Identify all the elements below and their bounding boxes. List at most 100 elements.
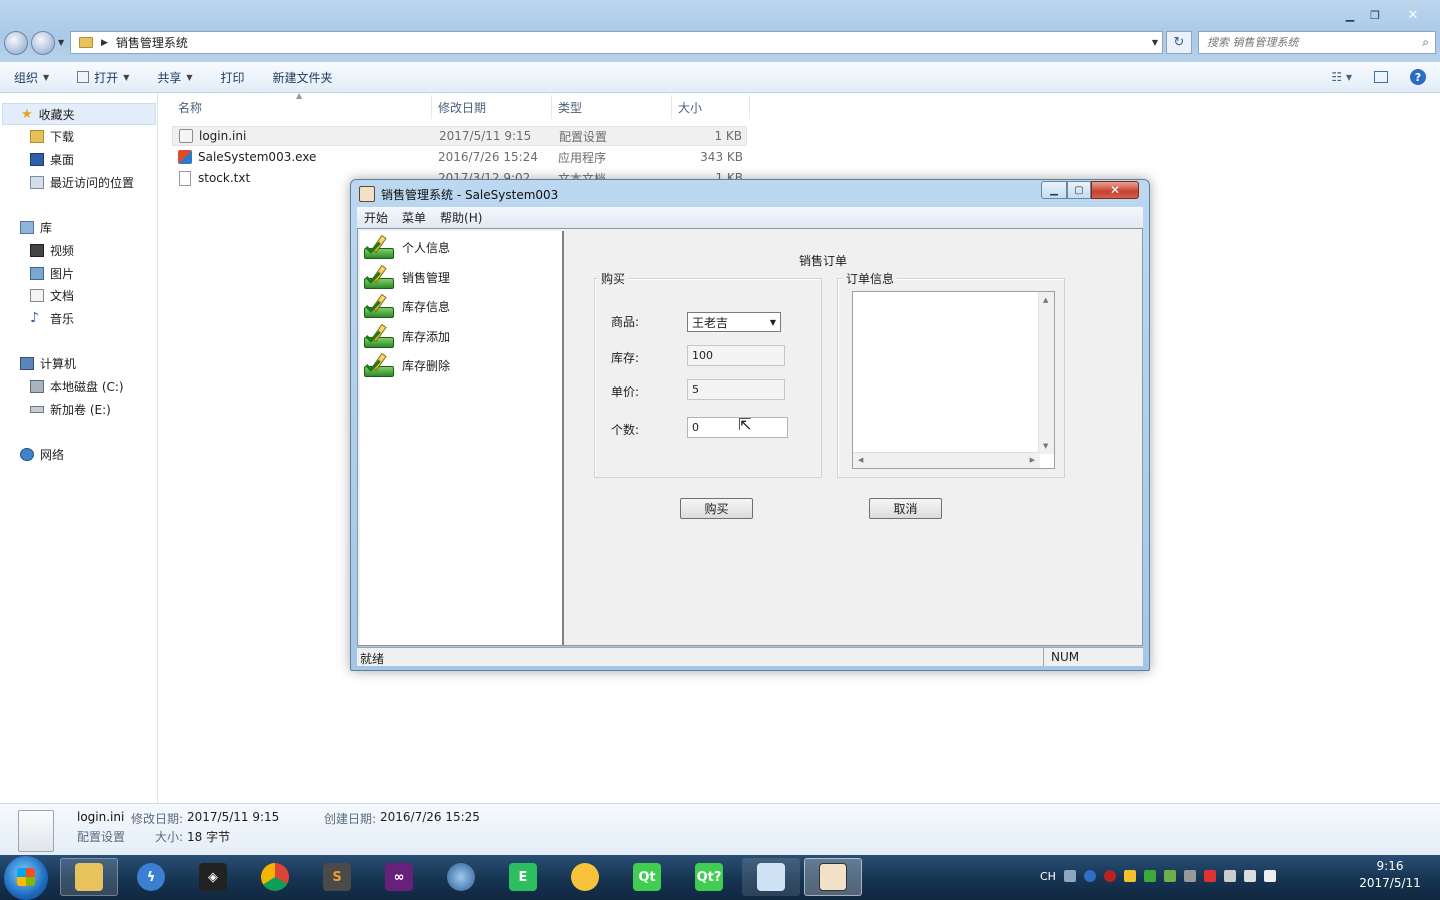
volume-icon[interactable] bbox=[1263, 870, 1276, 882]
open-button[interactable]: 打开 ▼ bbox=[63, 62, 143, 92]
tree-item-stock-delete[interactable]: 库存删除 bbox=[364, 351, 450, 379]
back-button[interactable] bbox=[4, 31, 28, 55]
nav-disk-e[interactable]: 新加卷 (E:) bbox=[30, 398, 111, 420]
config-file-large-icon bbox=[18, 810, 54, 852]
scroll-up-icon[interactable]: ▲ bbox=[1043, 296, 1048, 304]
history-chevron-icon[interactable]: ▼ bbox=[58, 38, 64, 47]
menu-start[interactable]: 开始 bbox=[357, 209, 395, 226]
video-icon bbox=[30, 243, 44, 257]
start-button[interactable] bbox=[4, 856, 48, 900]
nav-videos[interactable]: 视频 bbox=[30, 239, 74, 261]
nav-downloads[interactable]: 下载 bbox=[30, 125, 74, 147]
taskbar-evernote[interactable]: E bbox=[494, 858, 552, 896]
nav-network[interactable]: 网络 bbox=[20, 443, 64, 465]
search-input[interactable] bbox=[1207, 36, 1407, 49]
view-options-icon[interactable]: ☷ ▾ bbox=[1331, 70, 1352, 84]
product-select[interactable]: 王老吉 ▼ bbox=[687, 312, 781, 332]
cancel-button[interactable]: 取消 bbox=[869, 498, 942, 519]
antivirus-icon[interactable] bbox=[1103, 870, 1116, 882]
tree-item-sales-management[interactable]: 销售管理 bbox=[364, 263, 450, 291]
taskbar-salesystem[interactable] bbox=[804, 858, 862, 896]
app-client-area: 个人信息 销售管理 库存信息 库存添加 库存删除 销售订单 购买 商品: 王老吉… bbox=[357, 228, 1143, 646]
scroll-down-icon[interactable]: ▼ bbox=[1043, 442, 1048, 450]
file-row[interactable]: SaleSystem003.exe 2016/7/26 15:24 应用程序 3… bbox=[172, 147, 747, 167]
new-folder-label: 新建文件夹 bbox=[272, 70, 333, 85]
help-icon[interactable]: ? bbox=[1410, 69, 1426, 85]
order-list[interactable]: ▲ ▼ ◀ ▶ bbox=[852, 291, 1055, 469]
address-bar[interactable]: ▶ 销售管理系统 ▼ bbox=[70, 31, 1163, 54]
taskbar-notepad[interactable] bbox=[742, 858, 800, 896]
edit-tray-icon bbox=[364, 293, 396, 319]
input-language[interactable]: CH bbox=[1040, 870, 1056, 883]
breadcrumb[interactable]: 销售管理系统 bbox=[116, 34, 188, 51]
taskbar-visual-studio[interactable]: ∞ bbox=[370, 858, 428, 896]
nav-favorites[interactable]: ★ 收藏夹 bbox=[2, 103, 156, 125]
column-header-date[interactable]: 修改日期 bbox=[432, 95, 552, 119]
nav-desktop[interactable]: 桌面 bbox=[30, 148, 74, 170]
nav-documents[interactable]: 文档 bbox=[30, 284, 74, 306]
print-button[interactable]: 打印 bbox=[207, 62, 259, 92]
visual-studio-icon: ∞ bbox=[385, 863, 413, 891]
taskbar-messenger[interactable] bbox=[556, 858, 614, 896]
nav-libraries[interactable]: 库 bbox=[20, 216, 52, 238]
column-header-type[interactable]: 类型 bbox=[552, 95, 672, 119]
preview-pane-icon[interactable] bbox=[1374, 71, 1388, 83]
taskbar-explorer[interactable] bbox=[60, 858, 118, 896]
nav-disk-c[interactable]: 本地磁盘 (C:) bbox=[30, 375, 124, 397]
taskbar-app-orb[interactable] bbox=[432, 858, 490, 896]
forward-button[interactable] bbox=[31, 31, 55, 55]
scroll-right-icon[interactable]: ▶ bbox=[1030, 456, 1035, 464]
messenger-tray-icon[interactable] bbox=[1123, 870, 1136, 882]
share-button[interactable]: 共享 ▼ bbox=[143, 62, 206, 92]
scroll-left-icon[interactable]: ◀ bbox=[858, 456, 863, 464]
column-header-size[interactable]: 大小 bbox=[672, 95, 750, 119]
maximize-icon[interactable]: ❐ bbox=[1364, 6, 1386, 24]
taskbar-unity[interactable]: ◈ bbox=[184, 858, 242, 896]
taskbar-qt-creator[interactable]: Qt bbox=[618, 858, 676, 896]
update-icon[interactable] bbox=[1143, 870, 1156, 882]
tree-item-stock-add[interactable]: 库存添加 bbox=[364, 322, 450, 350]
nav-pictures[interactable]: 图片 bbox=[30, 262, 74, 284]
new-folder-button[interactable]: 新建文件夹 bbox=[259, 62, 347, 92]
address-dropdown-icon[interactable]: ▼ bbox=[1152, 38, 1158, 47]
vertical-scrollbar[interactable]: ▲ ▼ bbox=[1038, 292, 1054, 454]
minimize-icon[interactable]: ▁ bbox=[1338, 6, 1362, 24]
breadcrumb-arrow-icon[interactable]: ▶ bbox=[101, 38, 108, 48]
nav-music[interactable]: ♪ 音乐 bbox=[30, 307, 74, 329]
nav-recent[interactable]: 最近访问的位置 bbox=[30, 171, 134, 193]
keyboard-icon[interactable] bbox=[1063, 870, 1076, 882]
menu-menu[interactable]: 菜单 bbox=[395, 209, 433, 226]
buy-button[interactable]: 购买 bbox=[680, 498, 753, 519]
open-label: 打开 bbox=[94, 70, 119, 85]
battery-icon[interactable] bbox=[1223, 870, 1236, 882]
taskbar-thunder[interactable]: ϟ bbox=[122, 858, 180, 896]
app-close-button[interactable]: ✕ bbox=[1091, 181, 1139, 199]
clock[interactable]: 9:16 2017/5/11 bbox=[1350, 858, 1430, 892]
nav-label: 新加卷 (E:) bbox=[50, 402, 111, 417]
menu-help[interactable]: 帮助(H) bbox=[433, 209, 489, 226]
help-tray-icon[interactable] bbox=[1083, 870, 1096, 882]
taskbar-qt-assistant[interactable]: Qt? bbox=[680, 858, 738, 896]
tree-item-stock-info[interactable]: 库存信息 bbox=[364, 292, 450, 320]
details-modified-label: 修改日期: bbox=[131, 812, 184, 826]
network-tray-icon[interactable] bbox=[1243, 870, 1256, 882]
tray-app-icon[interactable] bbox=[1183, 870, 1196, 882]
horizontal-scrollbar[interactable]: ◀ ▶ bbox=[853, 452, 1040, 468]
file-date: 2016/7/26 15:24 bbox=[438, 150, 538, 164]
taskbar-chrome[interactable] bbox=[246, 858, 304, 896]
check-icon[interactable] bbox=[1163, 870, 1176, 882]
file-row[interactable]: login.ini 2017/5/11 9:15 配置设置 1 KB bbox=[172, 126, 747, 146]
app-maximize-button[interactable]: ▢ bbox=[1067, 181, 1091, 199]
taskbar-sublime[interactable]: S bbox=[308, 858, 366, 896]
search-icon[interactable]: ⌕ bbox=[1422, 35, 1429, 50]
app-minimize-button[interactable]: ▁ bbox=[1041, 181, 1067, 199]
organize-button[interactable]: 组织 ▼ bbox=[0, 62, 63, 92]
column-header-name[interactable]: 名称 ▲ bbox=[172, 91, 432, 119]
tree-item-personal-info[interactable]: 个人信息 bbox=[364, 233, 450, 261]
close-icon[interactable]: ✕ bbox=[1390, 6, 1436, 24]
nav-computer[interactable]: 计算机 bbox=[20, 352, 76, 374]
search-box[interactable]: ⌕ bbox=[1198, 31, 1436, 54]
app-statusbar: 就绪 NUM bbox=[357, 647, 1143, 666]
refresh-button[interactable]: ↻ bbox=[1166, 31, 1192, 54]
flag-icon[interactable] bbox=[1203, 870, 1216, 882]
